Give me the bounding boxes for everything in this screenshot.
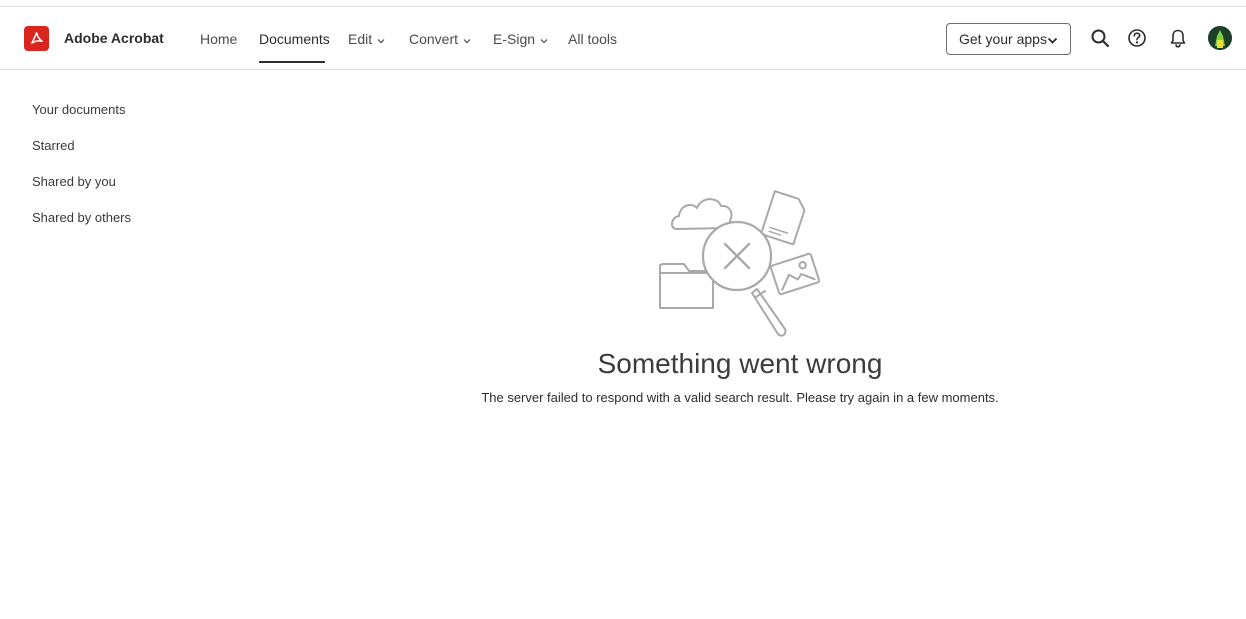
nav-home-label: Home — [200, 31, 238, 47]
help-icon[interactable] — [1126, 27, 1148, 49]
nav-documents-label: Documents — [259, 31, 330, 47]
search-icon[interactable] — [1089, 27, 1111, 49]
sidebar-item-shared-by-you[interactable]: Shared by you — [32, 174, 116, 189]
nav-convert-label: Convert — [409, 31, 459, 47]
user-avatar[interactable] — [1208, 26, 1232, 50]
error-message: The server failed to respond with a vali… — [481, 390, 999, 405]
sidebar-item-starred[interactable]: Starred — [32, 138, 75, 153]
active-tab-indicator — [259, 61, 325, 63]
error-title: Something went wrong — [597, 348, 883, 379]
chevron-down-icon — [1047, 33, 1058, 49]
nav-all-tools-label: All tools — [568, 31, 618, 47]
nav-edit-label: Edit — [348, 31, 373, 47]
nav-edit[interactable]: Edit — [348, 31, 385, 47]
get-your-apps-button[interactable]: Get your apps — [946, 23, 1071, 55]
search-error-illustration — [655, 185, 825, 340]
sidebar-item-shared-by-others[interactable]: Shared by others — [32, 210, 131, 225]
acrobat-logo-icon[interactable] — [24, 26, 49, 51]
nav-all-tools[interactable]: All tools — [568, 31, 617, 47]
chevron-down-icon — [540, 31, 548, 47]
chevron-down-icon — [463, 31, 471, 47]
app-header: Adobe Acrobat Home Documents Edit Conver… — [0, 7, 1246, 70]
nav-home[interactable]: Home — [200, 31, 237, 47]
bell-icon[interactable] — [1167, 27, 1189, 49]
nav-convert[interactable]: Convert — [409, 31, 471, 47]
sidebar-item-your-documents[interactable]: Your documents — [32, 102, 125, 117]
nav-esign[interactable]: E-Sign — [493, 31, 548, 47]
get-your-apps-label: Get your apps — [959, 31, 1047, 47]
chevron-down-icon — [377, 31, 385, 47]
brand-name[interactable]: Adobe Acrobat — [64, 30, 164, 46]
nav-documents[interactable]: Documents — [259, 31, 330, 47]
nav-esign-label: E-Sign — [493, 31, 536, 47]
